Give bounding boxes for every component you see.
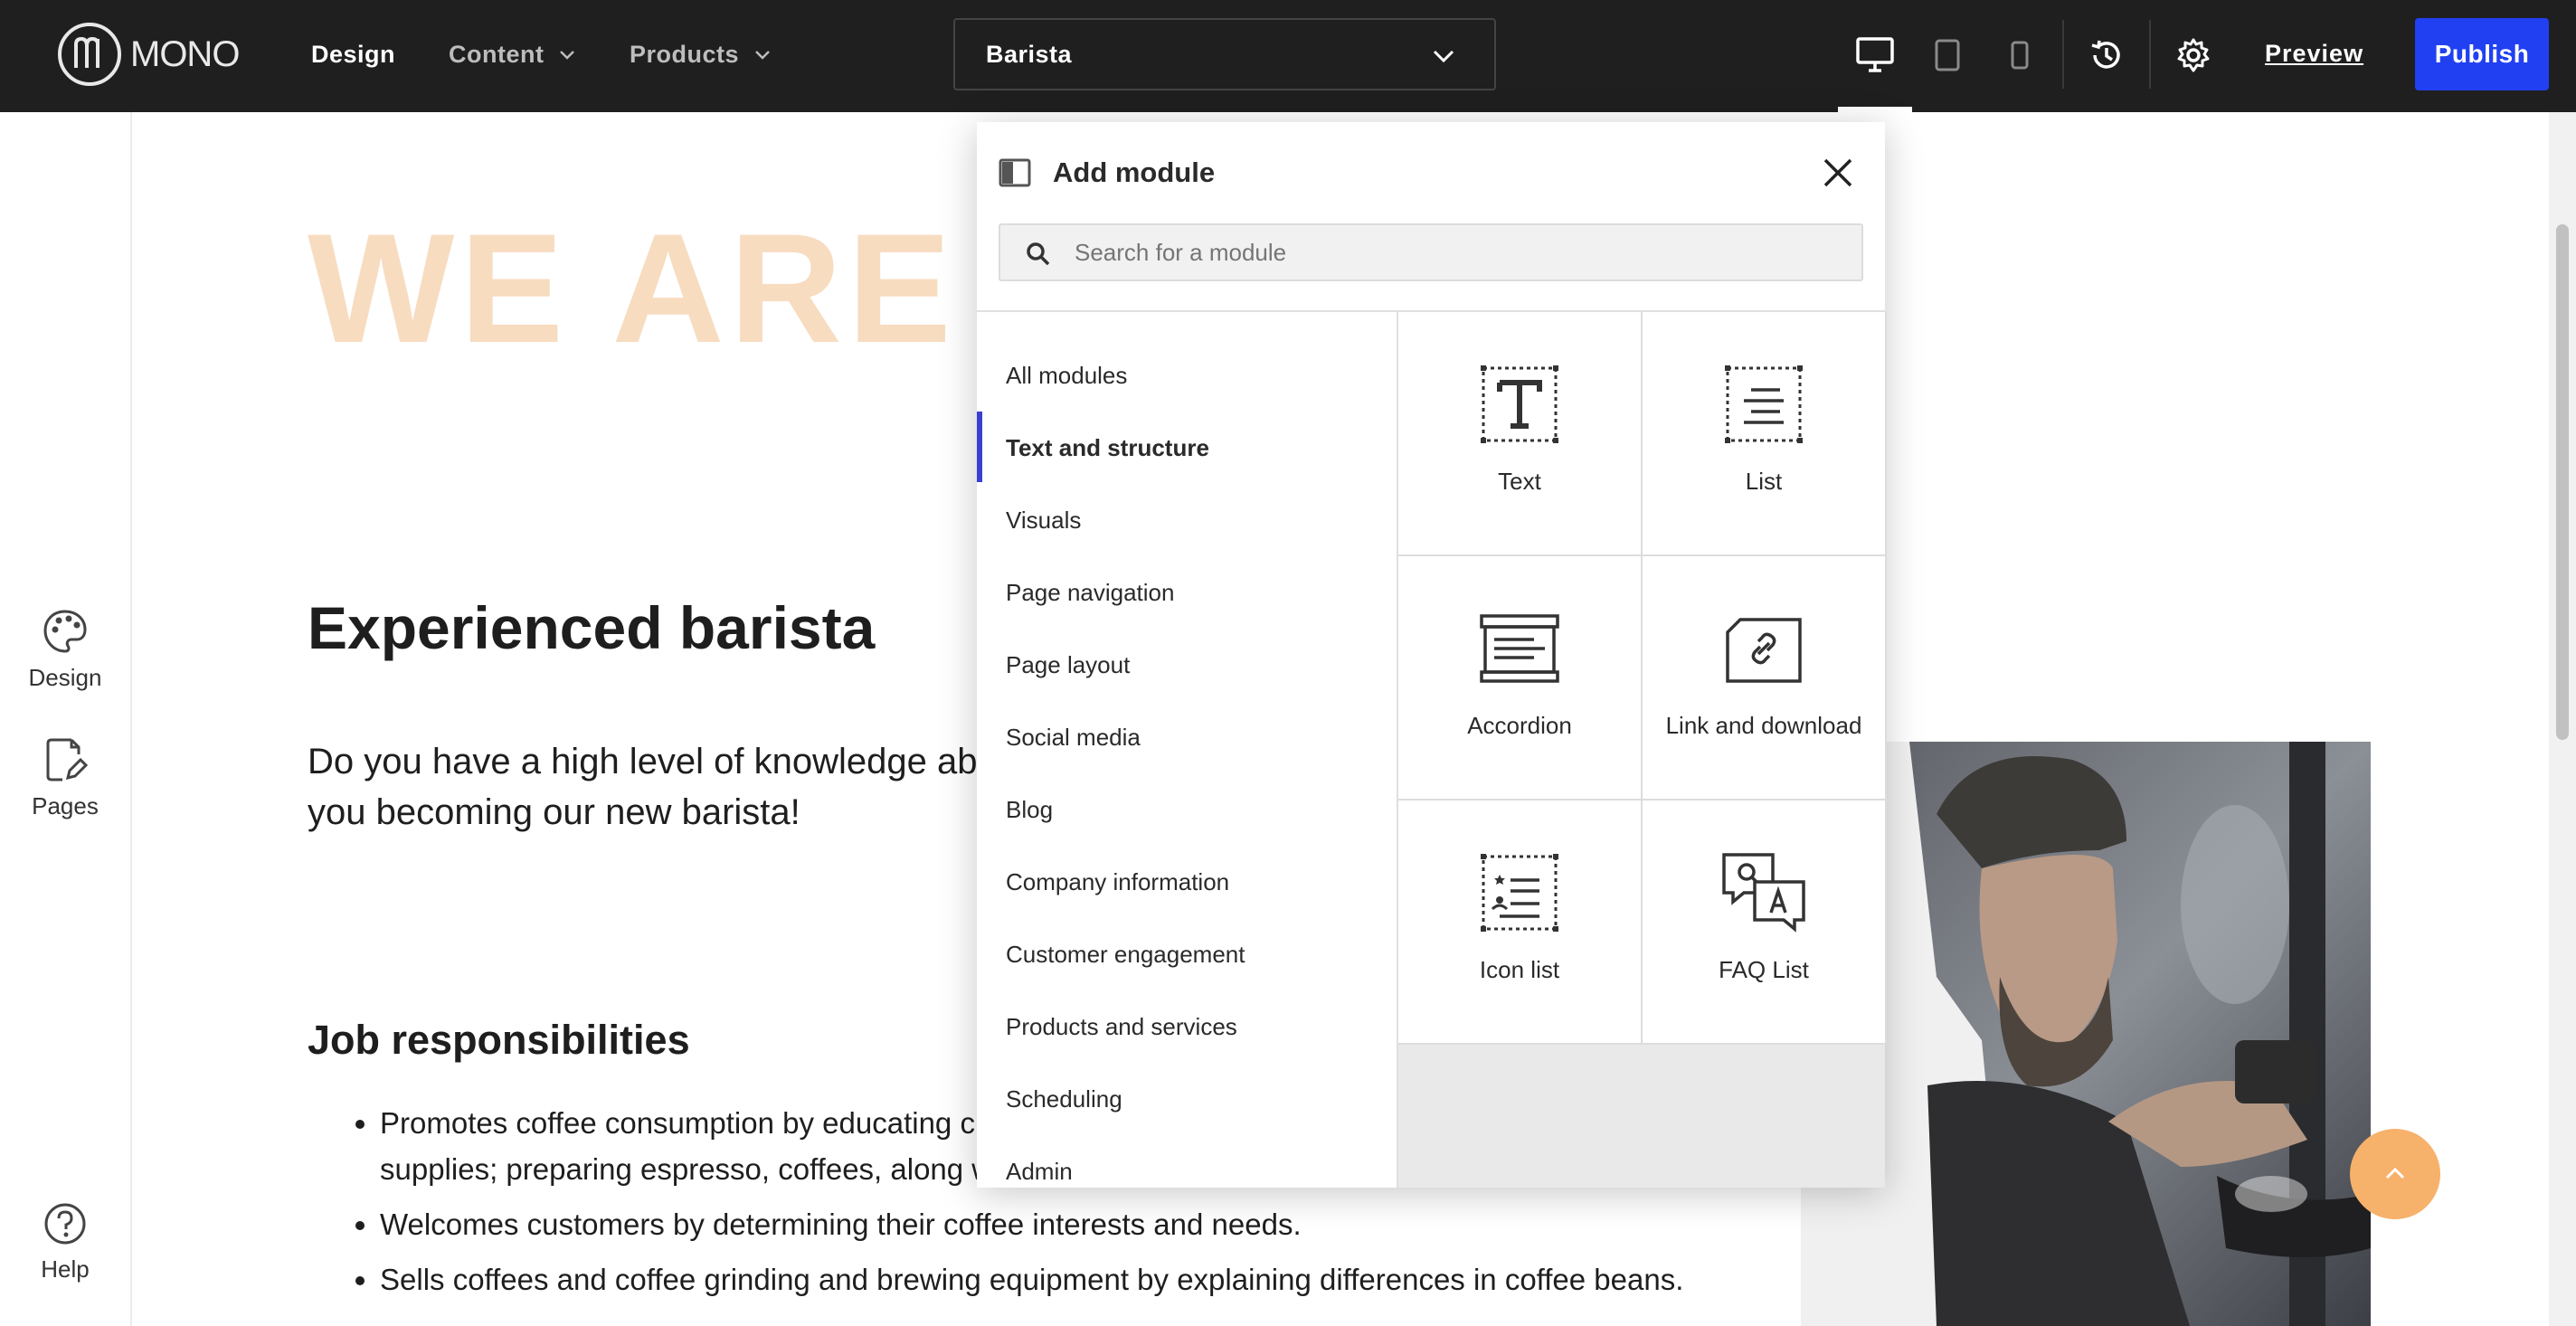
category-scheduling[interactable]: Scheduling: [977, 1072, 1397, 1126]
rail-pages-label: Pages: [32, 792, 99, 819]
chevron-down-icon: [755, 51, 770, 60]
module-label: Icon list: [1479, 956, 1560, 983]
module-tile-accordion[interactable]: Accordion: [1398, 556, 1643, 800]
nav-products-label: Products: [630, 40, 740, 68]
module-tile-list[interactable]: List: [1643, 312, 1887, 556]
category-text-and-structure[interactable]: Text and structure: [977, 412, 1397, 482]
tablet-icon: [1935, 39, 1960, 71]
add-module-panel: Add module All modules Text and structur…: [977, 122, 1887, 1188]
chevron-up-icon: [2385, 1167, 2405, 1179]
module-grid: Text List Accordion Link and download Ic…: [1397, 312, 1887, 1188]
module-label: Text: [1498, 468, 1541, 495]
close-icon[interactable]: [1820, 155, 1856, 191]
category-blog[interactable]: Blog: [977, 782, 1397, 837]
module-label: Link and download: [1665, 712, 1862, 739]
category-page-layout[interactable]: Page layout: [977, 638, 1397, 692]
rail-design-label: Design: [28, 664, 102, 691]
desktop-view-button[interactable]: [1854, 34, 1896, 76]
category-products-and-services[interactable]: Products and services: [977, 999, 1397, 1054]
module-tile-link-and-download[interactable]: Link and download: [1643, 556, 1887, 800]
text-module-icon: [1481, 365, 1558, 443]
nav-design[interactable]: Design: [311, 36, 395, 72]
accordion-module-icon: [1480, 614, 1559, 683]
module-tile-faq-list[interactable]: FAQ List: [1643, 800, 1887, 1045]
left-rail: Design Pages Help: [0, 112, 132, 1326]
logo-text: MONO: [130, 33, 240, 74]
module-tile-icon-list[interactable]: Icon list: [1398, 800, 1643, 1045]
help-icon: [44, 1203, 86, 1245]
history-icon: [2091, 40, 2120, 69]
category-social-media[interactable]: Social media: [977, 710, 1397, 764]
job-title[interactable]: Experienced barista: [308, 593, 875, 662]
toolbar-divider: [2149, 20, 2151, 89]
panel-toggle-icon[interactable]: [999, 158, 1031, 187]
rail-help-label: Help: [41, 1255, 90, 1283]
category-admin[interactable]: Admin: [977, 1144, 1397, 1188]
module-label: List: [1745, 468, 1783, 495]
desktop-icon: [1856, 37, 1894, 72]
mono-logo[interactable]: MONO: [58, 22, 240, 87]
gear-icon: [2177, 38, 2210, 72]
module-label: Accordion: [1467, 712, 1572, 739]
settings-button[interactable]: [2173, 34, 2214, 76]
link-download-module-icon: [1726, 618, 1802, 683]
icon-list-module-icon: [1481, 854, 1558, 932]
palette-icon: [43, 610, 87, 653]
category-company-information[interactable]: Company information: [977, 855, 1397, 909]
nav-products[interactable]: Products: [630, 36, 773, 72]
publish-button[interactable]: Publish: [2415, 18, 2549, 90]
mobile-view-button[interactable]: [1999, 34, 2041, 76]
rail-design[interactable]: Design: [0, 608, 130, 692]
scroll-to-top-button[interactable]: [2350, 1129, 2440, 1219]
category-all-modules[interactable]: All modules: [977, 348, 1397, 403]
tablet-view-button[interactable]: [1927, 34, 1968, 76]
top-bar: MONO Design Content Products Barista Pre…: [0, 0, 2576, 112]
nav-content[interactable]: Content: [449, 36, 578, 72]
list-module-icon: [1725, 365, 1803, 443]
responsibilities-heading[interactable]: Job responsibilities: [308, 1017, 690, 1064]
search-icon: [1027, 242, 1050, 266]
module-label: FAQ List: [1719, 956, 1809, 983]
nav-content-label: Content: [449, 40, 545, 68]
chevron-down-icon: [560, 51, 575, 60]
scrollbar-thumb[interactable]: [2556, 224, 2569, 740]
page-select-value: Barista: [986, 40, 1073, 68]
preview-link[interactable]: Preview: [2265, 40, 2363, 68]
pages-icon: [46, 738, 88, 781]
panel-header: Add module: [977, 122, 1885, 222]
chevron-down-icon: [1433, 50, 1454, 63]
category-visuals[interactable]: Visuals: [977, 493, 1397, 547]
faq-list-module-icon: [1722, 853, 1805, 933]
page-scrollbar[interactable]: [2549, 112, 2576, 1326]
module-search-input[interactable]: [1075, 238, 1816, 267]
mono-logo-mark: [58, 23, 121, 86]
rail-help[interactable]: Help: [0, 1201, 130, 1283]
category-list: All modules Text and structure Visuals P…: [977, 312, 1397, 1188]
category-page-navigation[interactable]: Page navigation: [977, 565, 1397, 620]
module-search: [999, 223, 1863, 281]
mobile-icon: [2011, 41, 2029, 70]
list-item: Sells coffees and coffee grinding and br…: [380, 1256, 1918, 1302]
nav-design-label: Design: [311, 40, 396, 68]
rail-pages[interactable]: Pages: [0, 736, 130, 820]
list-item: Welcomes customers by determining their …: [380, 1201, 1918, 1247]
panel-title: Add module: [1053, 156, 1216, 188]
category-customer-engagement[interactable]: Customer engagement: [977, 927, 1397, 981]
toolbar-divider: [2062, 20, 2064, 89]
history-button[interactable]: [2086, 34, 2127, 76]
module-tile-text[interactable]: Text: [1398, 312, 1643, 556]
page-select[interactable]: Barista: [953, 18, 1496, 90]
